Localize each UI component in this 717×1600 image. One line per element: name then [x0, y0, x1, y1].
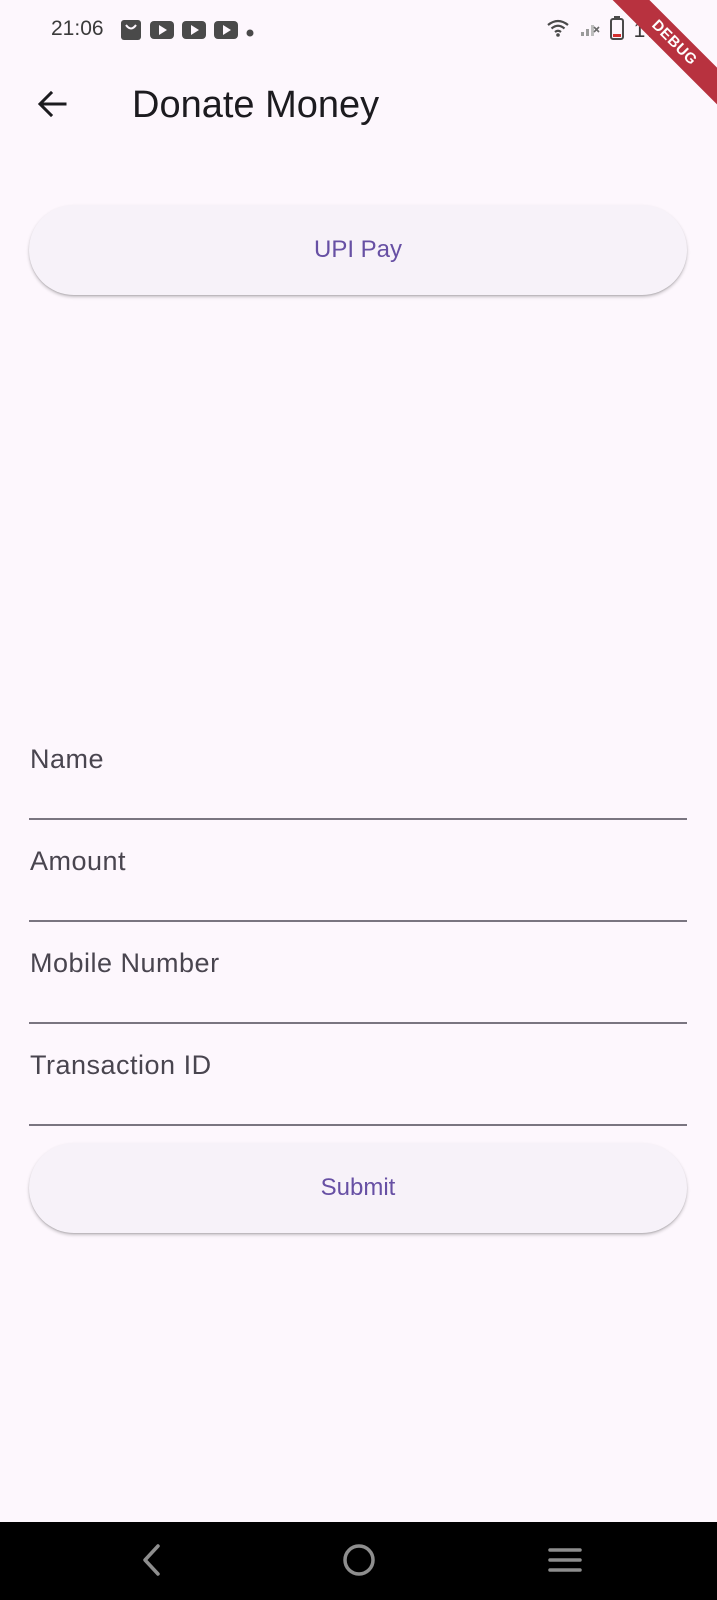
system-nav-bar [0, 1522, 717, 1600]
nav-home-icon [342, 1543, 376, 1582]
amount-input[interactable] [29, 820, 687, 920]
status-time: 21:06 [51, 17, 104, 40]
nav-menu-button[interactable] [537, 1534, 593, 1590]
youtube-icon [150, 21, 174, 44]
name-input[interactable] [29, 718, 687, 818]
nav-home-button[interactable] [331, 1534, 387, 1590]
name-field: Name [29, 718, 687, 820]
dot-icon [246, 24, 254, 42]
nav-back-icon [137, 1543, 167, 1582]
back-button[interactable] [27, 81, 77, 131]
arrow-back-icon [35, 87, 69, 126]
upi-pay-button[interactable]: UPI Pay [29, 205, 687, 295]
mobile-number-input[interactable] [29, 922, 687, 1022]
nav-back-button[interactable] [124, 1534, 180, 1590]
notification-icons [120, 19, 254, 46]
submit-label: Submit [320, 1174, 396, 1201]
nav-menu-icon [548, 1546, 582, 1579]
transaction-id-input[interactable] [29, 1024, 687, 1124]
page-title: Donate Money [132, 84, 380, 126]
transaction-id-field: Transaction ID [29, 1024, 687, 1126]
shopping-bag-icon [120, 19, 142, 46]
amount-field: Amount [29, 820, 687, 922]
youtube-icon [182, 21, 206, 44]
wifi-icon [546, 18, 570, 43]
youtube-icon [214, 21, 238, 44]
mobile-number-field: Mobile Number [29, 922, 687, 1024]
submit-button[interactable]: Submit [29, 1143, 687, 1233]
app-bar: Donate Money [0, 70, 717, 148]
upi-pay-label: UPI Pay [313, 236, 403, 263]
